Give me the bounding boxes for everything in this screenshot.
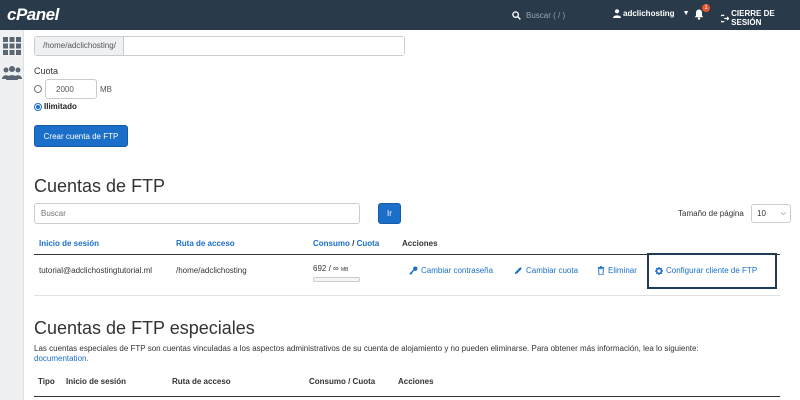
create-ftp-account-button[interactable]: Crear cuenta de FTP [34, 125, 128, 147]
username: adclichosting [623, 9, 675, 18]
page-size-select[interactable]: 10 ⌵ [751, 204, 791, 223]
cpanel-logo[interactable]: cPanel [7, 5, 59, 25]
sp-col-type-header: Tipo [38, 377, 55, 386]
usage-value: 692 / ∞ [313, 264, 339, 273]
quota-limited-radio[interactable] [34, 85, 42, 93]
col-quota-sort[interactable]: Cuota [357, 239, 380, 248]
account-usage: 692 / ∞ MB [313, 264, 348, 273]
home-path-prefix: /home/adclichosting/ [35, 37, 124, 55]
global-search-input[interactable] [526, 8, 606, 22]
usage-unit: MB [340, 267, 349, 273]
chevron-down-icon: ▼ [682, 10, 690, 17]
col-login-header[interactable]: Inicio de sesión [39, 239, 99, 248]
sp-col-path-header: Ruta de acceso [172, 377, 231, 386]
chevron-down-icon: ⌵ [780, 210, 786, 217]
unlimited-label: Ilimitado [44, 102, 77, 111]
directory-input[interactable] [123, 37, 404, 55]
notifications-button[interactable]: 1 [694, 4, 710, 25]
change-password-label: Cambiar contraseña [421, 266, 494, 275]
search-go-button[interactable]: Ir [378, 203, 401, 224]
change-quota-button[interactable]: Cambiar cuota [514, 266, 578, 275]
account-path: /home/adclichosting [176, 266, 247, 275]
change-quota-label: Cambiar cuota [526, 266, 579, 275]
account-login: tutorial@adclichostingtutorial.ml [39, 266, 153, 275]
logout-icon [721, 14, 730, 22]
col-usage-sep: / [349, 239, 357, 248]
user-icon [613, 9, 621, 18]
special-accounts-description: Las cuentas especiales de FTP son cuenta… [34, 344, 699, 353]
quota-label: Cuota [34, 66, 59, 76]
sp-col-actions-header: Acciones [398, 377, 434, 386]
page-size-value: 10 [757, 209, 766, 218]
change-password-button[interactable]: Cambiar contraseña [409, 266, 493, 275]
delete-label: Eliminar [608, 266, 637, 275]
search-icon [512, 10, 521, 20]
quota-input[interactable] [45, 79, 97, 99]
users-icon[interactable] [2, 64, 22, 84]
ftp-accounts-title: Cuentas de FTP [34, 176, 166, 196]
top-bar: cPanel adclichosting ▼ 1 CIERRE DE SESIÓ… [0, 0, 800, 30]
page-size-label: Tamaño de página [678, 209, 744, 218]
trash-icon [597, 266, 605, 275]
col-usage-sort[interactable]: Consumo [313, 239, 350, 248]
sp-col-usage-quota-header: Consumo / Cuota [309, 377, 376, 386]
directory-field: /home/adclichosting/ [34, 36, 405, 56]
logout-button[interactable]: CIERRE DE SESIÓN [721, 9, 800, 27]
col-actions-header: Acciones [402, 239, 438, 248]
accounts-search-input[interactable] [34, 203, 360, 224]
quota-unit: MB [100, 85, 112, 94]
row-divider [34, 295, 780, 296]
special-ftp-accounts-title: Cuentas de FTP especiales [34, 318, 255, 338]
col-usage-header: Consumo / Cuota [313, 239, 379, 248]
quota-unlimited-radio[interactable] [34, 103, 42, 111]
user-menu[interactable]: adclichosting ▼ [613, 9, 690, 18]
sp-col-login-header: Inicio de sesión [66, 377, 127, 386]
grid-icon[interactable] [2, 36, 22, 56]
notification-badge: 1 [702, 4, 710, 12]
usage-progress-bar [313, 277, 360, 282]
pencil-icon [514, 267, 522, 275]
key-icon [409, 266, 418, 275]
global-search[interactable] [512, 8, 606, 22]
sidebar [0, 30, 24, 400]
configure-client-highlight-box [647, 253, 777, 289]
special-header-divider [34, 396, 780, 397]
documentation-link[interactable]: documentation. [34, 354, 89, 363]
main-content: /home/adclichosting/ Cuota MB Ilimitado … [24, 30, 800, 400]
logout-label: CIERRE DE SESIÓN [731, 9, 775, 27]
col-path-header[interactable]: Ruta de acceso [176, 239, 235, 248]
delete-button[interactable]: Eliminar [597, 266, 637, 275]
